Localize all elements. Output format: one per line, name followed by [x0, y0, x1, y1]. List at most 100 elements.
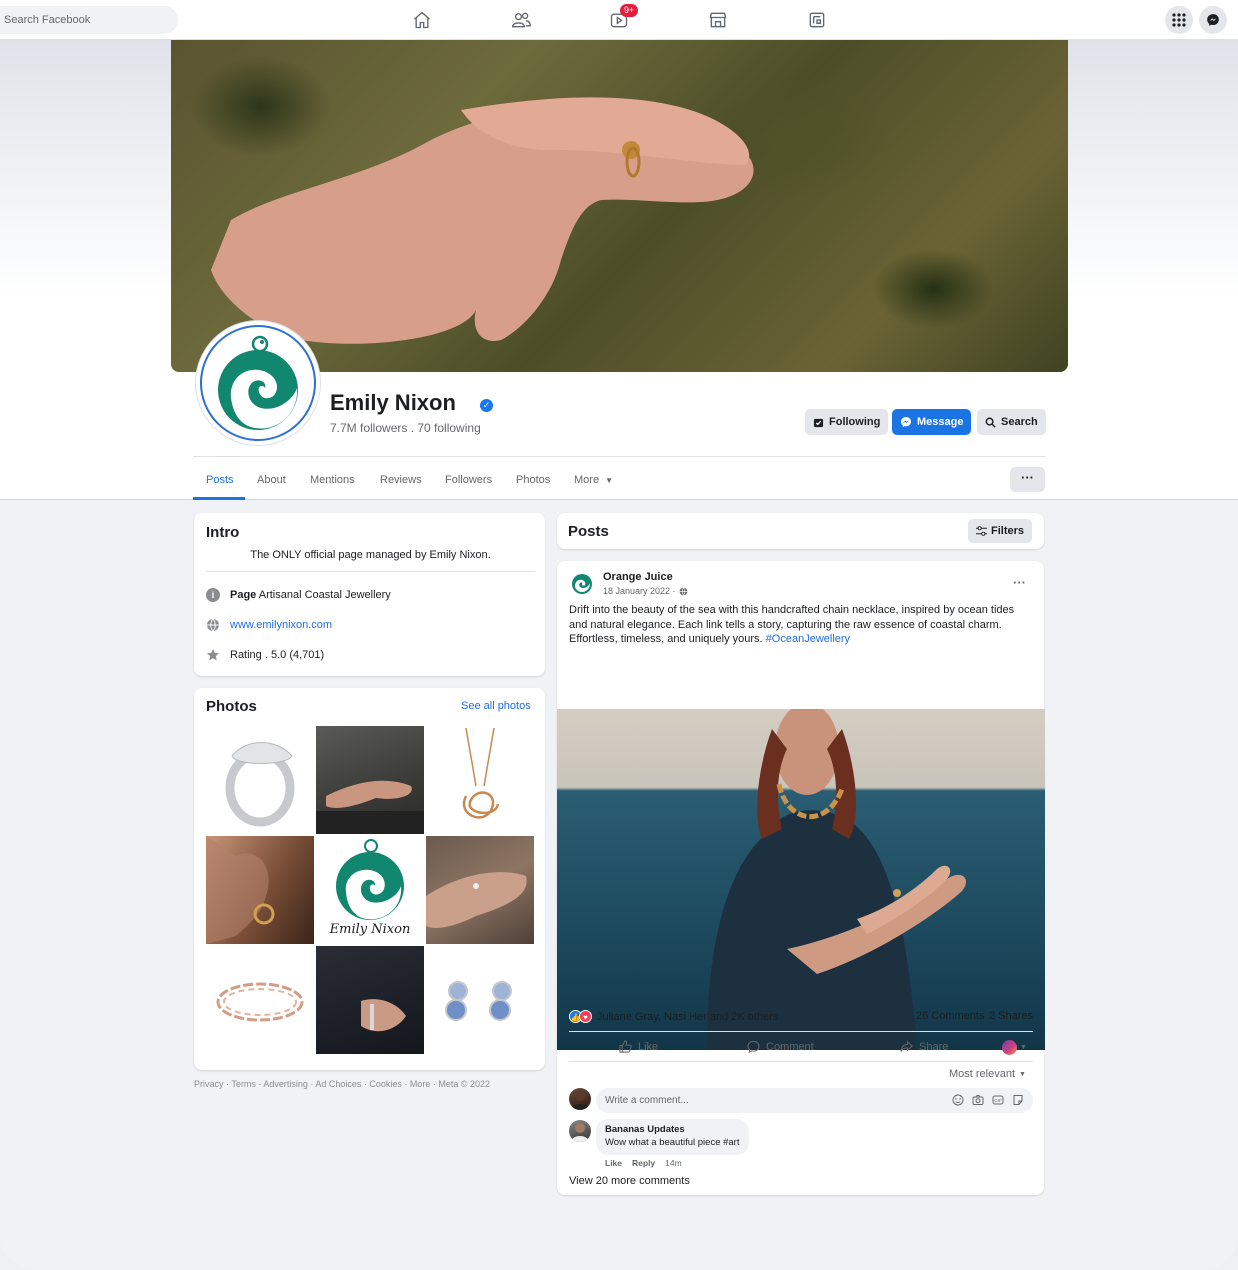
comment-label: Comment	[766, 1040, 814, 1053]
emily-nixon-logo-icon	[200, 325, 316, 441]
search-icon	[985, 417, 996, 428]
photo-hand-ring[interactable]	[426, 836, 534, 944]
hashtag-link[interactable]: #OceanJewellery	[766, 633, 850, 645]
search-button[interactable]: Search	[977, 409, 1046, 435]
gaming-icon[interactable]	[806, 9, 828, 31]
watch-icon[interactable]: 9+	[608, 4, 639, 31]
emoji-icon[interactable]	[952, 1094, 964, 1106]
reactions-summary[interactable]: 👍 ♥ Juliane Gray, Nasi Her and 2K others	[569, 1010, 778, 1023]
photo-earring[interactable]	[206, 836, 314, 944]
photo-logo[interactable]: Emily Nixon	[316, 836, 424, 944]
see-all-photos-link[interactable]: See all photos	[461, 700, 531, 712]
svg-text:GIF: GIF	[994, 1098, 1002, 1103]
post-author[interactable]: Orange Juice	[603, 571, 673, 583]
comment-button[interactable]: Comment	[747, 1040, 814, 1053]
rating-text: Rating . 5.0 (4,701)	[230, 649, 325, 661]
share-audience-selector[interactable]: ▼	[1002, 1040, 1027, 1055]
photo-blue-earrings[interactable]	[426, 946, 534, 1054]
photos-title: Photos	[206, 698, 257, 715]
caret-down-icon: ▼	[605, 476, 614, 485]
search-button-label: Search	[1001, 416, 1038, 428]
message-button[interactable]: Message	[892, 409, 972, 435]
apps-grid-icon[interactable]	[1165, 6, 1193, 34]
following-button[interactable]: Following	[805, 409, 889, 435]
verified-badge-icon: ✓	[480, 399, 493, 412]
current-user-avatar[interactable]	[569, 1088, 591, 1110]
comments-count[interactable]: 26 Comments	[916, 1010, 984, 1022]
tab-more[interactable]: More ▼	[574, 474, 613, 486]
globe-icon	[679, 586, 687, 596]
post-photo[interactable]	[557, 709, 1045, 1050]
earrings-image	[445, 981, 512, 1021]
user-avatar-image	[571, 1123, 589, 1142]
photo-hand-sweater[interactable]	[316, 726, 424, 834]
tab-about[interactable]: About	[257, 474, 286, 486]
photos-card: Photos See all photos Emily Nixon	[194, 688, 545, 1070]
ring-image	[225, 742, 295, 827]
photo-rose-bracelet[interactable]	[206, 946, 314, 1054]
tab-followers[interactable]: Followers	[445, 474, 492, 486]
followers-count[interactable]: 7.7M followers . 70 following	[330, 421, 481, 435]
post-options-icon[interactable]: ···	[1013, 575, 1026, 590]
page-category: Artisanal Coastal Jewellery	[258, 589, 391, 601]
top-navigation-bar: Search Facebook 9+	[0, 0, 1238, 40]
comment-placeholder: Write a comment...	[605, 1095, 689, 1106]
view-more-comments-link[interactable]: View 20 more comments	[569, 1175, 690, 1187]
like-button[interactable]: Like	[619, 1040, 658, 1053]
photo-gold-necklace[interactable]	[426, 726, 534, 834]
search-input[interactable]: Search Facebook	[0, 6, 178, 34]
shares-count[interactable]: 2 Shares	[989, 1010, 1033, 1022]
bangle-image	[361, 999, 406, 1032]
website-link[interactable]: www.emilynixon.com	[230, 619, 332, 631]
model-with-necklace-image	[557, 709, 1045, 1050]
sticker-icon[interactable]	[1012, 1094, 1024, 1106]
filters-icon	[976, 526, 987, 536]
write-comment-input[interactable]: Write a comment... GIF	[596, 1088, 1033, 1113]
comment-tools: GIF	[952, 1094, 1024, 1106]
necklace-image	[462, 727, 500, 819]
post-date[interactable]: 18 January 2022 ·	[603, 586, 676, 596]
intro-page-category: i Page Artisanal Coastal Jewellery	[206, 588, 391, 602]
comment-bubble: Bananas Updates Wow what a beautiful pie…	[596, 1119, 750, 1155]
footer-links[interactable]: Privacy · Terms · Advertising · Ad Choic…	[194, 1079, 490, 1089]
page-label: Page	[230, 589, 257, 601]
messenger-icon	[901, 417, 911, 427]
share-button[interactable]: Share	[900, 1040, 948, 1053]
more-options-button[interactable]: ···	[1010, 467, 1045, 492]
comment-reply-link[interactable]: Reply	[632, 1158, 655, 1168]
tab-photos[interactable]: Photos	[516, 474, 550, 486]
comment-author[interactable]: Bananas Updates	[605, 1124, 739, 1135]
globe-icon	[207, 618, 219, 632]
comment-text: Wow what a beautiful piece #art	[605, 1137, 740, 1148]
posts-header: Posts Filters	[557, 513, 1044, 549]
comment-time[interactable]: 14m	[665, 1158, 682, 1168]
tab-mentions[interactable]: Mentions	[310, 474, 355, 486]
cover-photo[interactable]	[171, 40, 1068, 372]
gif-icon[interactable]: GIF	[992, 1094, 1004, 1106]
avatar	[1002, 1040, 1017, 1055]
post-author-avatar[interactable]	[569, 570, 595, 596]
friends-icon[interactable]	[510, 9, 532, 31]
share-icon	[900, 1040, 913, 1052]
camera-icon[interactable]	[972, 1094, 984, 1106]
photo-silver-ring[interactable]	[206, 726, 314, 834]
hand-image	[316, 780, 424, 834]
commenter-avatar[interactable]	[569, 1120, 591, 1142]
filters-button[interactable]: Filters	[968, 519, 1032, 543]
intro-rating: Rating . 5.0 (4,701)	[206, 648, 324, 662]
logo-wordmark: Emily Nixon	[329, 922, 411, 937]
messenger-icon[interactable]	[1199, 6, 1227, 34]
reactions-text: Juliane Gray, Nasi Her and 2K others	[597, 1010, 779, 1023]
comment-sort-dropdown[interactable]: Most relevant ▼	[949, 1068, 1026, 1080]
tab-reviews[interactable]: Reviews	[380, 474, 422, 486]
emily-nixon-logo-icon	[572, 574, 592, 594]
profile-avatar[interactable]	[196, 321, 320, 445]
comment-like-link[interactable]: Like	[605, 1158, 622, 1168]
bracelet-image	[216, 982, 304, 1022]
photo-wrist-bangle[interactable]	[316, 946, 424, 1054]
tab-posts[interactable]: Posts	[206, 474, 234, 486]
page-title: Emily Nixon	[330, 390, 456, 415]
intro-title: Intro	[206, 524, 240, 541]
home-icon[interactable]	[411, 9, 433, 31]
marketplace-icon[interactable]	[707, 9, 729, 31]
